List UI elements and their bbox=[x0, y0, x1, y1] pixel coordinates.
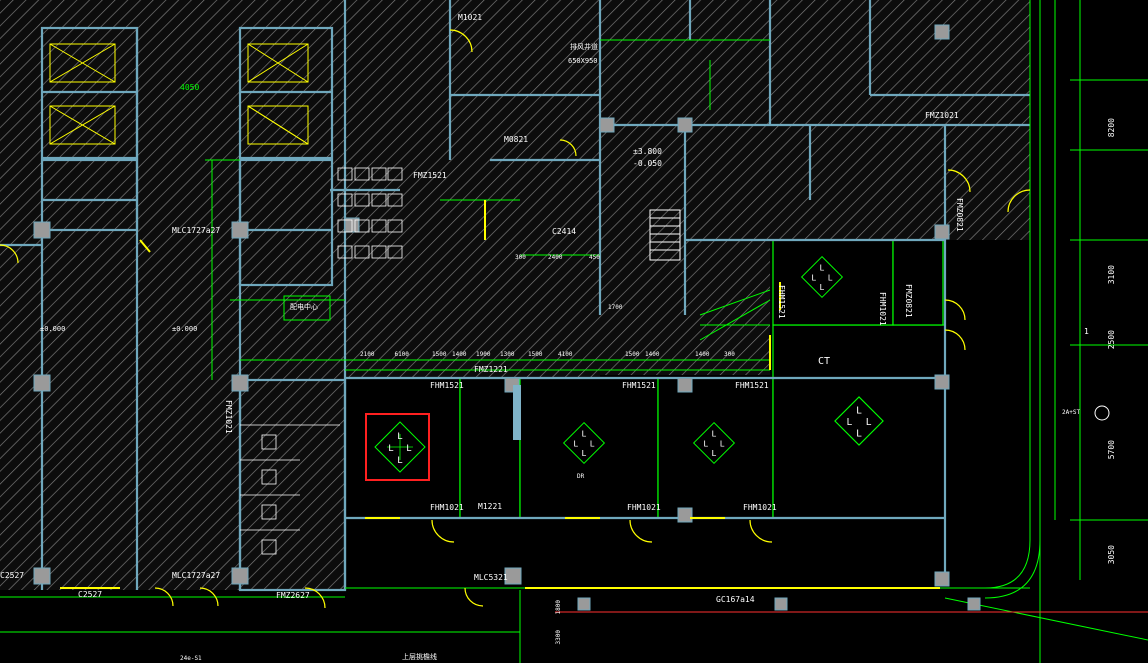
door-label: FHM1521 bbox=[735, 381, 769, 390]
door-label: FMZ1021 bbox=[224, 400, 233, 434]
door-label: FHM1021 bbox=[878, 292, 887, 326]
dim-label: 1400 bbox=[695, 351, 710, 358]
axis-bubble-icon bbox=[1094, 405, 1110, 421]
door-label: FHM1521 bbox=[777, 285, 786, 319]
dim-vertical: 2500 bbox=[1107, 330, 1116, 350]
room-label: 配电中心 bbox=[290, 303, 318, 311]
dim-label: 1400 bbox=[645, 351, 660, 358]
dimension-row: 2100 6100 bbox=[360, 352, 409, 358]
svg-text:L: L bbox=[712, 428, 717, 438]
dim-label: 6100 bbox=[394, 351, 409, 358]
door-label: FMZ1221 bbox=[474, 365, 508, 374]
svg-text:L: L bbox=[712, 448, 717, 458]
dim-label: 1500 bbox=[625, 351, 640, 358]
svg-text:L: L bbox=[590, 438, 595, 448]
elevation-label: ±0.000 bbox=[40, 325, 66, 333]
dim-vertical: 8200 bbox=[1107, 118, 1116, 138]
lift-bar bbox=[513, 385, 521, 440]
opening-label: 650X950 bbox=[568, 57, 598, 65]
window-label: C2527 bbox=[0, 571, 25, 580]
dim-label: 1500 bbox=[528, 351, 543, 358]
dim-label: 1900 bbox=[476, 351, 491, 358]
door-label: FHM1521 bbox=[622, 381, 656, 390]
door-label: M1021 bbox=[458, 13, 483, 22]
axis-number: 1 bbox=[1084, 327, 1089, 336]
axis-label: 2A+ST bbox=[1062, 409, 1081, 416]
door-label: MLC1727a27 bbox=[172, 571, 221, 580]
door-label: MLC5321 bbox=[474, 573, 508, 582]
door-label: FMZ1021 bbox=[925, 111, 959, 120]
door-label: FMZ2627 bbox=[276, 591, 310, 600]
elevation-label: ±0.000 bbox=[172, 325, 198, 333]
dim-label: 2100 bbox=[360, 351, 375, 358]
door-label: M0821 bbox=[504, 135, 529, 144]
svg-text:L: L bbox=[856, 428, 862, 439]
dim-vertical: 5700 bbox=[1107, 440, 1116, 460]
axis-label: 24e-S1 bbox=[180, 655, 202, 662]
elevation-label: ±3.800 bbox=[633, 147, 662, 156]
door-label: FMZ1521 bbox=[413, 171, 447, 180]
svg-text:L: L bbox=[582, 428, 587, 438]
dim-vertical: 3300 bbox=[555, 630, 562, 645]
dim-vertical: 3100 bbox=[1107, 265, 1116, 285]
dim-label: 300 bbox=[724, 351, 735, 358]
door-label: FMZ0821 bbox=[955, 198, 964, 232]
svg-text:L: L bbox=[811, 272, 816, 282]
door-label: FHM1021 bbox=[430, 503, 464, 512]
dim-label: 2400 bbox=[548, 254, 563, 261]
dim-label: 300 bbox=[515, 254, 526, 261]
room-label-dr: DR bbox=[577, 473, 585, 480]
note-label: 上层挑檐线 bbox=[402, 653, 437, 661]
dim-label: 1700 bbox=[608, 304, 623, 311]
svg-text:L: L bbox=[856, 405, 862, 416]
svg-text:L: L bbox=[820, 282, 825, 292]
four-L-diamond-icon[interactable]: L L L L bbox=[833, 395, 885, 447]
elevation-label: -0.050 bbox=[633, 159, 662, 168]
door-label: MLC1727a27 bbox=[172, 226, 221, 235]
svg-text:L: L bbox=[846, 417, 852, 428]
svg-text:L: L bbox=[582, 448, 587, 458]
red-selection-box[interactable] bbox=[365, 413, 430, 481]
window-label: GC167a14 bbox=[716, 595, 755, 604]
four-L-diamond-icon[interactable]: L L L L bbox=[692, 421, 736, 465]
four-L-diamond-icon[interactable]: L L L L bbox=[562, 421, 606, 465]
door-label: FHM1021 bbox=[743, 503, 777, 512]
dim-label: 1500 bbox=[432, 351, 447, 358]
svg-text:L: L bbox=[720, 438, 725, 448]
svg-text:L: L bbox=[703, 438, 708, 448]
svg-text:L: L bbox=[573, 438, 578, 448]
svg-text:L: L bbox=[820, 262, 825, 272]
dim-4050: 4050 bbox=[180, 83, 200, 92]
dim-label: 1300 bbox=[500, 351, 515, 358]
dim-vertical: 3050 bbox=[1107, 545, 1116, 565]
dim-label: 1400 bbox=[452, 351, 467, 358]
four-L-diamond-icon[interactable]: L L L L bbox=[800, 255, 844, 299]
shaft-label: 排风井道 bbox=[570, 43, 598, 51]
window-label: C2527 bbox=[78, 590, 103, 599]
room-label-ct: CT bbox=[818, 356, 831, 367]
window-label: C2414 bbox=[552, 227, 577, 236]
door-label: FMZ0821 bbox=[904, 284, 913, 318]
svg-text:L: L bbox=[866, 417, 872, 428]
door-label: FHM1021 bbox=[627, 503, 661, 512]
door-label: M1221 bbox=[478, 502, 503, 511]
corridor-bottom bbox=[345, 518, 945, 588]
cad-floor-plan-viewport[interactable]: L L L L L L L L L L L L L L L L L L L L … bbox=[0, 0, 1148, 663]
dim-label: 450 bbox=[589, 254, 600, 261]
dim-label: 4100 bbox=[558, 351, 573, 358]
dim-vertical: 1800 bbox=[555, 600, 562, 615]
svg-text:L: L bbox=[828, 272, 833, 282]
door-label: FHM1521 bbox=[430, 381, 464, 390]
